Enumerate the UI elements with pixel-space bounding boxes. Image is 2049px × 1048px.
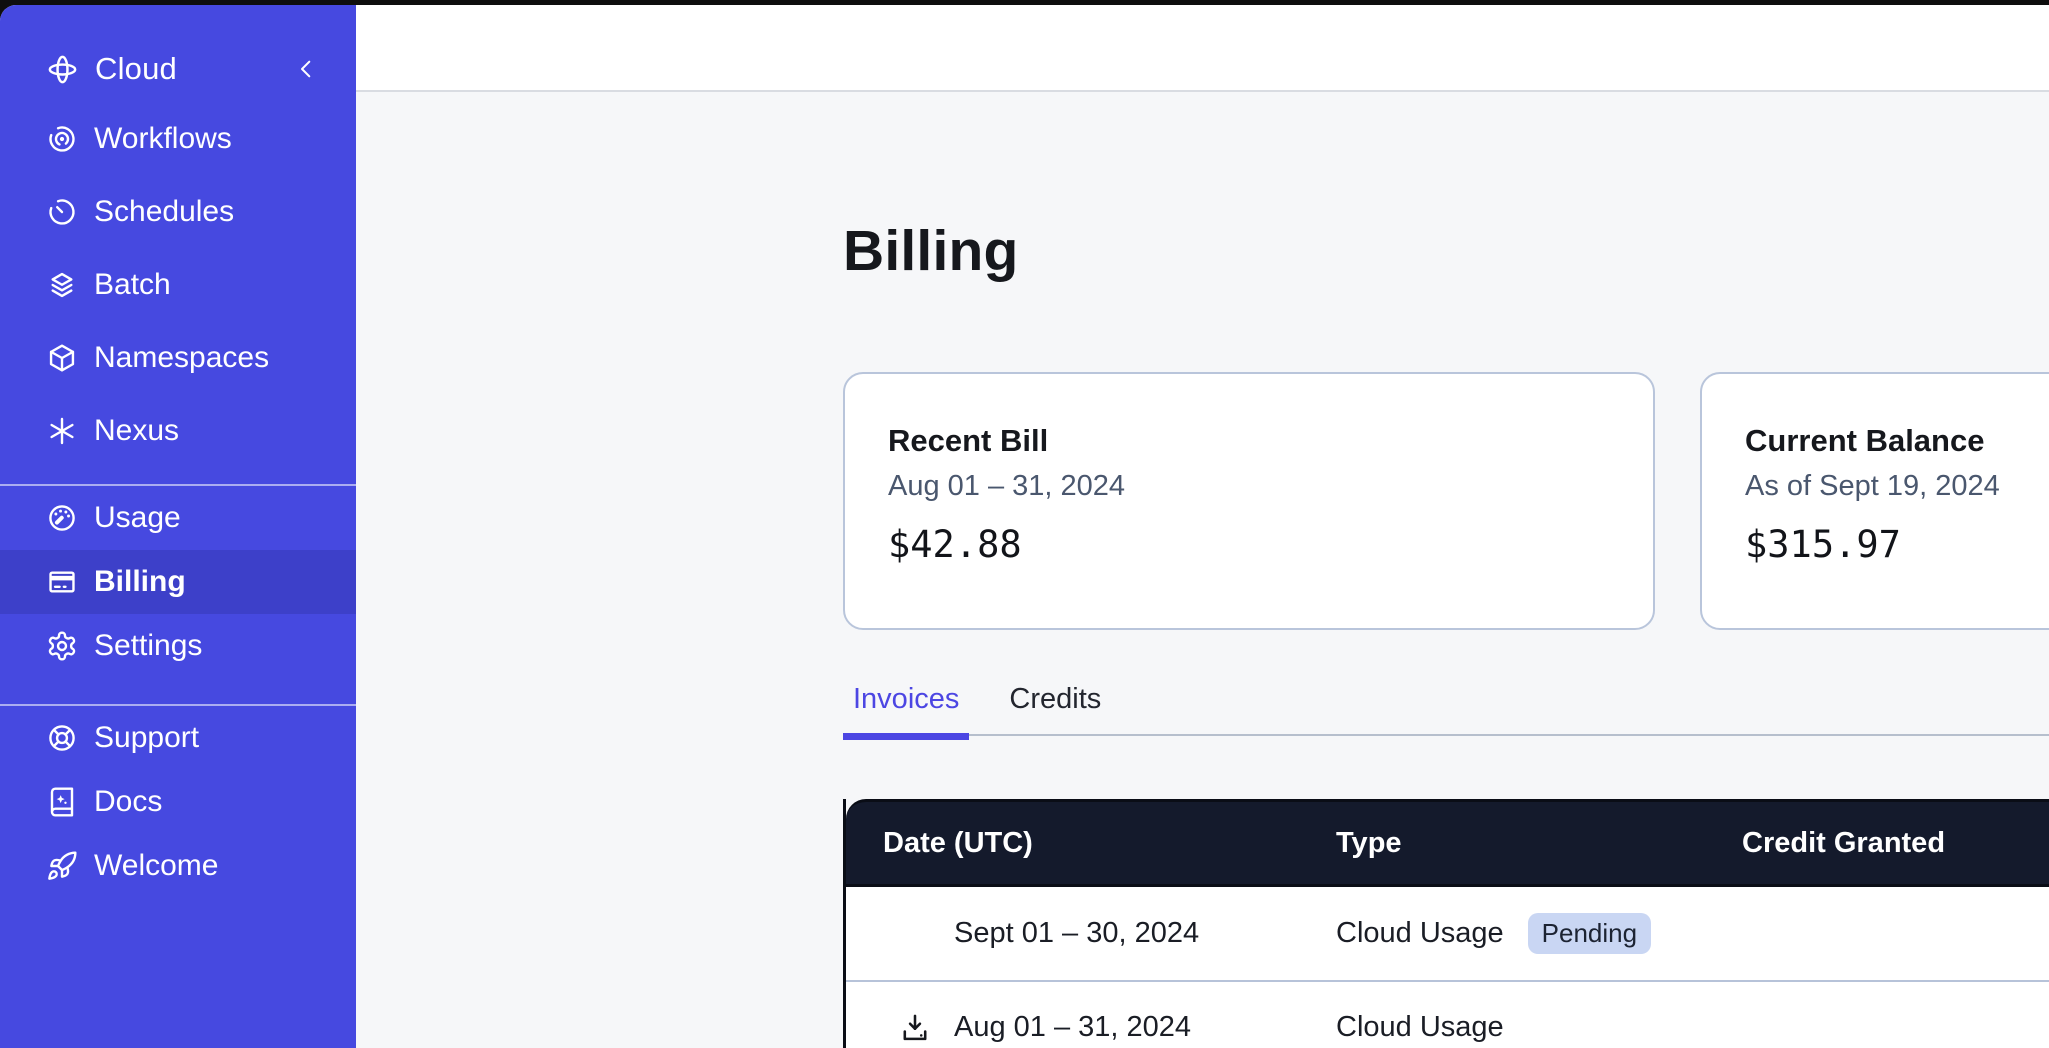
sidebar-nav: Workflows Schedules Batch xyxy=(0,102,356,898)
download-invoice-button[interactable] xyxy=(898,1011,932,1045)
main-area: Billing Recent Bill Aug 01 – 31, 2024 $4… xyxy=(356,5,2049,1048)
date-cell: Aug 01 – 31, 2024 xyxy=(846,1011,1336,1045)
card-amount: $42.88 xyxy=(888,524,1653,566)
card-amount: $315.97 xyxy=(1745,524,2049,566)
sidebar-item-billing[interactable]: Billing xyxy=(0,550,356,614)
brand: Cloud xyxy=(0,36,356,102)
sidebar-collapse-button[interactable] xyxy=(293,56,320,83)
tab-invoices[interactable]: Invoices xyxy=(843,664,969,734)
table-header: Date (UTC) Type Credit Granted xyxy=(846,799,2049,887)
card-period: As of Sept 19, 2024 xyxy=(1745,469,2049,503)
cloud-orbit-icon xyxy=(46,53,79,86)
download-slot-empty xyxy=(898,917,932,951)
column-header-type: Type xyxy=(1336,827,1742,860)
table-row: Aug 01 – 31, 2024 Cloud Usage xyxy=(846,980,2049,1048)
invoice-type: Cloud Usage xyxy=(1336,1011,1504,1044)
sidebar-item-support[interactable]: Support xyxy=(0,706,356,770)
sidebar-item-schedules[interactable]: Schedules xyxy=(0,175,356,248)
app-window: Cloud Workflows Schedules xyxy=(0,5,2049,1048)
schedules-timer-icon xyxy=(46,196,78,228)
batch-layers-icon xyxy=(46,269,78,301)
namespaces-cube-icon xyxy=(46,342,78,374)
card-title: Recent Bill xyxy=(888,422,1653,460)
type-cell: Cloud Usage xyxy=(1336,1011,1742,1044)
billing-tabs: Invoices Credits xyxy=(843,664,2049,736)
type-cell: Cloud Usage Pending xyxy=(1336,913,1742,954)
column-header-date: Date (UTC) xyxy=(846,827,1336,860)
invoices-table: Date (UTC) Type Credit Granted Sept 01 –… xyxy=(843,799,2049,1048)
billing-page: Billing Recent Bill Aug 01 – 31, 2024 $4… xyxy=(356,92,2049,1048)
sidebar-item-batch[interactable]: Batch xyxy=(0,248,356,321)
recent-bill-card: Recent Bill Aug 01 – 31, 2024 $42.88 xyxy=(843,372,1655,630)
docs-book-icon xyxy=(46,786,78,818)
brand-label: Cloud xyxy=(95,51,177,87)
topbar xyxy=(356,5,2049,92)
current-balance-card: Current Balance As of Sept 19, 2024 $315… xyxy=(1700,372,2049,630)
summary-cards: Recent Bill Aug 01 – 31, 2024 $42.88 Cur… xyxy=(843,372,2049,630)
invoice-date: Sept 01 – 30, 2024 xyxy=(954,917,1199,950)
column-header-credit-granted: Credit Granted xyxy=(1742,827,2049,860)
sidebar-item-welcome[interactable]: Welcome xyxy=(0,834,356,898)
settings-gear-icon xyxy=(46,630,78,662)
welcome-rocket-icon xyxy=(46,850,78,882)
workflows-spiral-icon xyxy=(46,123,78,155)
invoice-date: Aug 01 – 31, 2024 xyxy=(954,1011,1191,1044)
chevron-left-icon xyxy=(293,56,320,83)
sidebar-item-settings[interactable]: Settings xyxy=(0,614,356,678)
sidebar: Cloud Workflows Schedules xyxy=(0,5,356,1048)
date-cell: Sept 01 – 30, 2024 xyxy=(846,917,1336,951)
page-title: Billing xyxy=(843,218,2049,285)
card-period: Aug 01 – 31, 2024 xyxy=(888,469,1653,503)
tab-credits[interactable]: Credits xyxy=(999,664,1111,734)
sidebar-item-docs[interactable]: Docs xyxy=(0,770,356,834)
table-row: Sept 01 – 30, 2024 Cloud Usage Pending xyxy=(846,887,2049,980)
usage-gauge-icon xyxy=(46,502,78,534)
download-icon xyxy=(898,1011,932,1045)
billing-card-icon xyxy=(46,566,78,598)
invoice-type: Cloud Usage xyxy=(1336,917,1504,950)
sidebar-item-nexus[interactable]: Nexus xyxy=(0,394,356,467)
sidebar-item-workflows[interactable]: Workflows xyxy=(0,102,356,175)
sidebar-item-usage[interactable]: Usage xyxy=(0,486,356,550)
card-title: Current Balance xyxy=(1745,422,2049,460)
nexus-asterisk-icon xyxy=(46,415,78,447)
status-badge: Pending xyxy=(1528,913,1651,954)
support-lifebuoy-icon xyxy=(46,722,78,754)
sidebar-item-namespaces[interactable]: Namespaces xyxy=(0,321,356,394)
